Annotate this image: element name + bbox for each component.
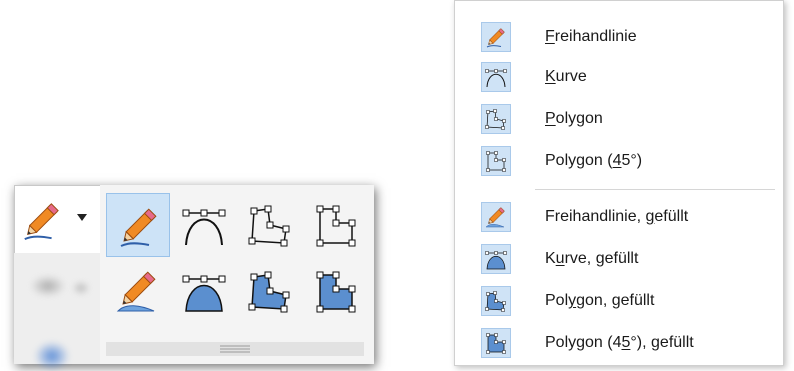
menu-item-freihandlinie-gefuellt[interactable]: Freihandlinie, gefüllt [455,197,783,237]
toolbar-drag-handle[interactable] [106,342,364,356]
curve-icon [180,201,228,249]
blurred-shape [30,275,66,297]
menu-icon-box [481,202,511,232]
menu-item-polygon-gefuellt[interactable]: Polygon, gefüllt [455,281,783,321]
menu-icon-box [481,146,511,176]
freehand-line-filled-icon [114,267,162,315]
menu-item-kurve-gefuellt[interactable]: Kurve, gefüllt [455,239,783,279]
menu-item-label: Kurve [545,68,587,85]
chevron-down-icon[interactable] [77,214,87,222]
menu-item-freihandlinie[interactable]: Freihandlinie [455,17,783,57]
polygon-icon [246,201,294,249]
menu-icon-box [481,22,511,52]
menu-icon-box [481,104,511,134]
polygon-filled-icon [246,267,294,315]
tool-polygon-filled[interactable] [238,259,302,323]
polygon-45-icon [484,149,508,173]
menu-icon-box [481,286,511,316]
tool-curve[interactable] [172,193,236,257]
menu-item-label: Freihandlinie [545,28,637,45]
menu-icon-box [481,62,511,92]
menu-item-polygon-45-gefuellt[interactable]: Polygon (45°), gefüllt [455,323,783,363]
menu-item-kurve[interactable]: Kurve [455,57,783,97]
polygon-icon [484,107,508,131]
tool-polygon[interactable] [238,193,302,257]
menu-item-label: Freihandlinie, gefüllt [545,208,689,225]
lines-dropdown-button[interactable] [14,185,100,253]
menu-item-label: Polygon (45°), gefüllt [545,334,694,351]
menu-item-polygon-45[interactable]: Polygon (45°) [455,141,783,181]
menu-icon-box [481,328,511,358]
freehand-line-filled-icon [484,205,508,229]
blurred-shape [72,281,90,295]
curve-filled-icon [180,267,228,315]
polygon-45-filled-icon [484,331,508,355]
blurred-background-strip [14,253,100,371]
menu-separator [535,189,775,190]
menu-item-label: Kurve, gefüllt [545,250,639,267]
menu-item-label: Polygon, gefüllt [545,292,655,309]
menu-item-label: Polygon (45°) [545,152,643,169]
tool-polygon-45-filled[interactable] [304,259,368,323]
freehand-line-icon [484,25,508,49]
tool-freehand-line-filled[interactable] [106,259,170,323]
lines-toolbar-popup [14,185,374,371]
freehand-line-icon [115,202,163,250]
curve-icon [484,65,508,89]
curve-filled-icon [484,247,508,271]
tool-polygon-45[interactable] [304,193,368,257]
tool-curve-filled[interactable] [172,259,236,323]
menu-icon-box [481,244,511,274]
polygon-45-icon [312,201,360,249]
lines-menu: Freihandlinie Kurve Polygon Polygon (45°… [454,0,784,366]
blurred-shape [34,341,70,371]
menu-item-label: Polygon [545,110,603,127]
polygon-45-filled-icon [312,267,360,315]
tool-grid [106,193,368,329]
tool-freehand-line[interactable] [106,193,170,257]
polygon-filled-icon [484,289,508,313]
grip-icon [220,345,250,353]
pencil-icon [19,197,65,243]
menu-item-polygon[interactable]: Polygon [455,99,783,139]
